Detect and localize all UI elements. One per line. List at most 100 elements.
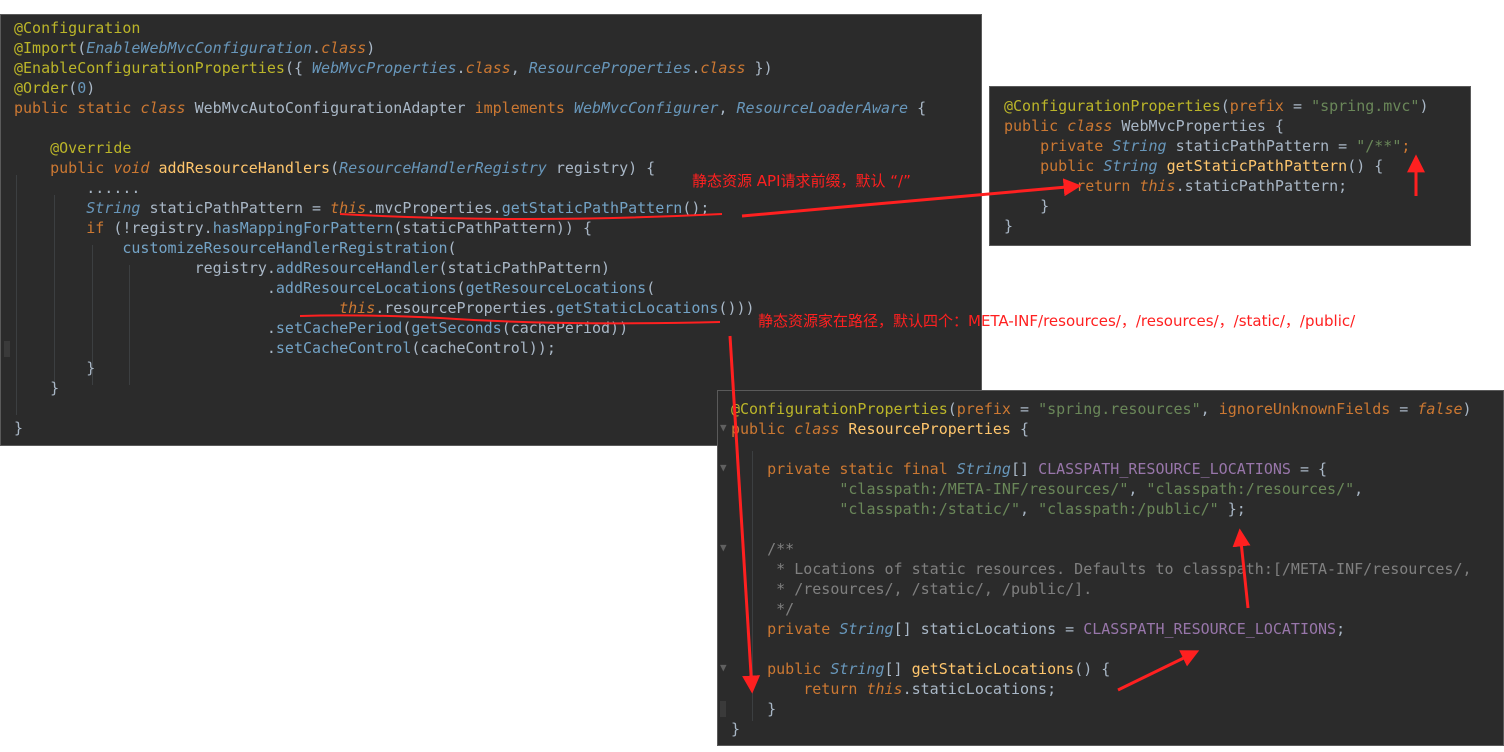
code-token: private: [1040, 137, 1113, 155]
code-line: private static final String[] CLASSPATH_…: [731, 459, 1327, 479]
code-token: (: [456, 279, 466, 297]
code-token: this: [339, 299, 376, 317]
code-token: "spring.mvc": [1311, 97, 1420, 115]
code-line: public String getStaticPathPattern() {: [1004, 156, 1383, 176]
code-token: class: [321, 39, 367, 57]
static-path-pattern-note: 静态资源 API请求前缀，默认 “/”: [692, 172, 911, 190]
code-token: }: [1004, 197, 1050, 215]
code-token: }: [14, 419, 24, 437]
code-token: class: [140, 99, 195, 117]
code-token: []: [1010, 460, 1039, 478]
code-token: ,: [718, 99, 737, 117]
code-line: @ConfigurationProperties(prefix = "sprin…: [731, 399, 1472, 419]
code-token: String: [86, 199, 150, 217]
code-token: return: [803, 680, 867, 698]
code-token: prefix: [956, 400, 1011, 418]
code-line: @Configuration: [14, 18, 140, 38]
fold-marker[interactable]: [720, 701, 726, 717]
fold-marker[interactable]: ▼: [720, 461, 727, 474]
code-token: }: [731, 720, 741, 738]
code-token: ): [1462, 400, 1472, 418]
code-token: public: [1004, 117, 1068, 135]
code-token: */: [731, 600, 795, 618]
code-line: @Override: [14, 138, 131, 158]
code-line: .setCachePeriod(getSeconds(cachePeriod)): [14, 318, 628, 338]
code-token: @ConfigurationProperties: [1004, 97, 1221, 115]
code-token: WebMvcConfigurer: [573, 99, 719, 117]
code-token: class: [1067, 117, 1122, 135]
code-token: ignoreUnknownFields: [1218, 400, 1391, 418]
code-token: @EnableConfigurationProperties: [14, 59, 285, 77]
code-token: implements: [474, 99, 574, 117]
code-line: * Locations of static resources. Default…: [731, 559, 1472, 579]
code-token: setCacheControl: [275, 339, 412, 357]
fold-marker[interactable]: [4, 341, 10, 357]
code-token: return: [1076, 177, 1140, 195]
code-token: public: [1040, 157, 1104, 175]
code-token: EnableWebMvcConfiguration: [86, 39, 313, 57]
code-token: {: [1010, 420, 1030, 438]
code-token: (: [646, 279, 656, 297]
code-token: setCachePeriod: [275, 319, 403, 337]
code-token: }: [14, 379, 60, 397]
code-token: ResourceProperties: [848, 420, 1011, 438]
code-line: public class WebMvcProperties {: [1004, 116, 1284, 136]
code-token: String: [830, 660, 885, 678]
code-token: prefix: [1229, 97, 1284, 115]
code-line: this.resourceProperties.getStaticLocatio…: [14, 298, 755, 318]
code-token: String: [1103, 157, 1167, 175]
code-token: WebMvcAutoConfigurationAdapter: [194, 99, 475, 117]
code-token: false: [1417, 400, 1463, 418]
code-token: this: [866, 680, 903, 698]
code-token: "classpath:/META-INF/resources/": [839, 480, 1129, 498]
code-token: CLASSPATH_RESOURCE_LOCATIONS: [1083, 620, 1337, 638]
code-token: =: [1283, 97, 1312, 115]
code-token: * Locations of static resources. Default…: [731, 560, 1472, 578]
code-token: () {: [1347, 157, 1384, 175]
code-token: private static final: [767, 460, 957, 478]
code-line: private String staticPathPattern = "/**"…: [1004, 136, 1410, 156]
code-token: public: [50, 159, 114, 177]
code-token: ): [86, 79, 96, 97]
code-line: registry.addResourceHandler(staticPathPa…: [14, 258, 610, 278]
code-token: ())): [718, 299, 755, 317]
code-token: "classpath:/static/": [839, 500, 1020, 518]
code-token: .resourceProperties.: [375, 299, 556, 317]
code-token: class: [794, 420, 849, 438]
code-token: (: [947, 400, 957, 418]
code-line: }: [14, 418, 23, 438]
code-line: }: [731, 719, 740, 739]
code-line: return this.staticLocations;: [731, 679, 1056, 699]
code-token: .staticLocations;: [902, 680, 1057, 698]
fold-marker[interactable]: ▼: [720, 541, 727, 554]
code-token: registry.: [14, 259, 276, 277]
code-token: String: [839, 620, 894, 638]
fold-marker[interactable]: ▼: [720, 421, 727, 434]
code-token: staticPathPattern =: [149, 199, 331, 217]
code-line: private String[] staticLocations = CLASS…: [731, 619, 1345, 639]
code-line: public String[] getStaticLocations() {: [731, 659, 1110, 679]
code-token: }): [745, 59, 773, 77]
code-token: CLASSPATH_RESOURCE_LOCATIONS: [1038, 460, 1291, 478]
code-token: ();: [682, 199, 710, 217]
code-token: = {: [1290, 460, 1328, 478]
code-token: this: [1139, 177, 1176, 195]
code-token: ResourceLoaderAware: [736, 99, 909, 117]
code-token: if: [86, 219, 114, 237]
code-token: "/**": [1356, 137, 1402, 155]
fold-marker[interactable]: ▼: [720, 661, 727, 674]
code-token: private: [767, 620, 840, 638]
code-token: String: [956, 460, 1011, 478]
code-token: .: [14, 279, 276, 297]
webmvc-properties-panel: @ConfigurationProperties(prefix = "sprin…: [989, 86, 1471, 246]
code-token: "spring.resources": [1038, 400, 1201, 418]
code-token: .: [312, 39, 322, 57]
